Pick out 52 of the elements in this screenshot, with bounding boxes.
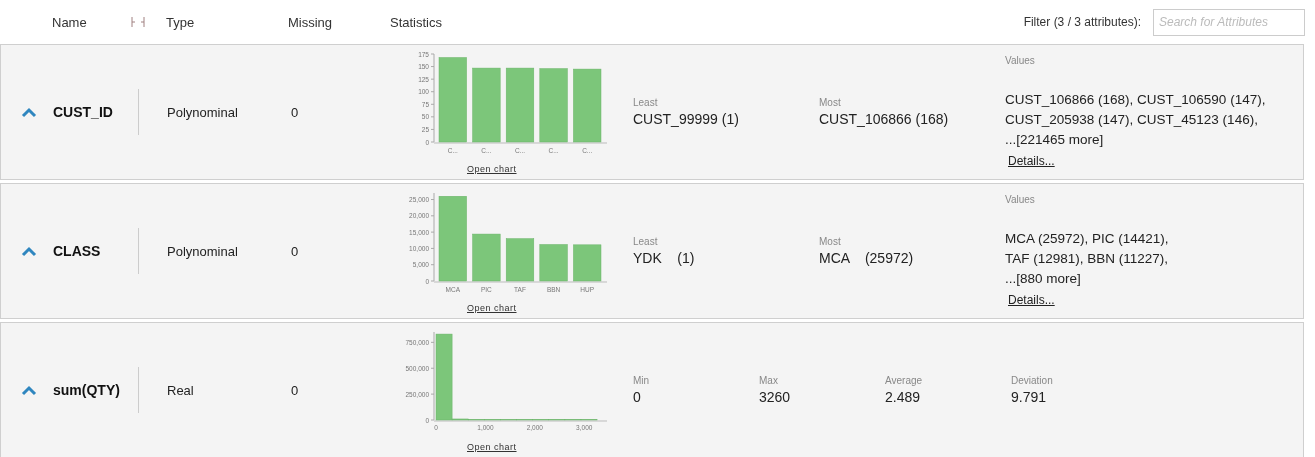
values-text: ...[221465 more] bbox=[1005, 131, 1105, 149]
bar bbox=[539, 244, 568, 282]
stat-value: 9.791 bbox=[1011, 388, 1048, 407]
chevron-up-icon[interactable] bbox=[21, 245, 37, 257]
stat-label: Least bbox=[633, 97, 659, 109]
details-link[interactable]: Details... bbox=[1008, 152, 1055, 170]
missing-count: 0 bbox=[291, 383, 299, 398]
column-header[interactable]: Type bbox=[166, 15, 195, 30]
stat-value: 2.489 bbox=[885, 388, 922, 407]
column-header[interactable]: Statistics bbox=[390, 15, 442, 30]
attribute-name: CUST_ID bbox=[53, 102, 113, 122]
values-text: TAF (12981), BBN (11227), bbox=[1005, 250, 1169, 268]
bar bbox=[573, 244, 602, 282]
details-link[interactable]: Details... bbox=[1008, 291, 1055, 309]
values-label: Values bbox=[1005, 54, 1036, 68]
values-text: CUST_205938 (147), CUST_45123 (146), bbox=[1005, 111, 1259, 129]
attribute-name: sum(QTY) bbox=[53, 380, 120, 400]
stat-value: CUST_99999 (1) bbox=[633, 110, 740, 129]
missing-count: 0 bbox=[291, 244, 299, 259]
stat-label: Least bbox=[633, 236, 659, 248]
filter-label: Filter (3 / 3 attributes): bbox=[1023, 14, 1141, 31]
stat-label: Deviation bbox=[1011, 375, 1054, 387]
attribute-type: Real bbox=[167, 383, 194, 398]
values-label: Values bbox=[1005, 193, 1036, 207]
open-chart-link[interactable]: Open chart bbox=[467, 163, 517, 177]
stat-value: 3260 bbox=[759, 388, 792, 407]
column-header[interactable]: Missing bbox=[288, 15, 333, 30]
bar bbox=[472, 233, 501, 282]
column-header[interactable]: Name bbox=[52, 15, 87, 30]
stat-label: Max bbox=[759, 375, 779, 387]
open-chart-link[interactable]: Open chart bbox=[467, 302, 517, 316]
stat-label: Average bbox=[885, 375, 924, 387]
stat-label: Most bbox=[819, 236, 842, 248]
stat-value: MCA (25972) bbox=[819, 249, 915, 268]
chevron-up-icon[interactable] bbox=[21, 384, 37, 396]
attribute-type: Polynominal bbox=[167, 105, 238, 120]
stat-label: Most bbox=[819, 97, 842, 109]
chevron-up-icon[interactable] bbox=[21, 106, 37, 118]
stat-value: YDK (1) bbox=[633, 249, 696, 268]
search-field[interactable]: Search for Attributes bbox=[1153, 8, 1305, 36]
attribute-name: CLASS bbox=[53, 241, 101, 261]
stat-value: 0 bbox=[633, 388, 642, 407]
missing-count: 0 bbox=[291, 105, 299, 120]
open-chart-link[interactable]: Open chart bbox=[467, 441, 517, 455]
values-text: MCA (25972), PIC (14421), bbox=[1005, 230, 1169, 248]
resize-handle-icon[interactable] bbox=[128, 16, 148, 28]
stat-label: Min bbox=[633, 375, 651, 387]
values-text: CUST_106866 (168), CUST_106590 (147), bbox=[1005, 91, 1266, 109]
bar bbox=[505, 238, 535, 282]
values-text: ...[880 more] bbox=[1005, 270, 1082, 288]
attribute-type: Polynominal bbox=[167, 244, 238, 259]
stat-value: CUST_106866 (168) bbox=[819, 110, 950, 129]
